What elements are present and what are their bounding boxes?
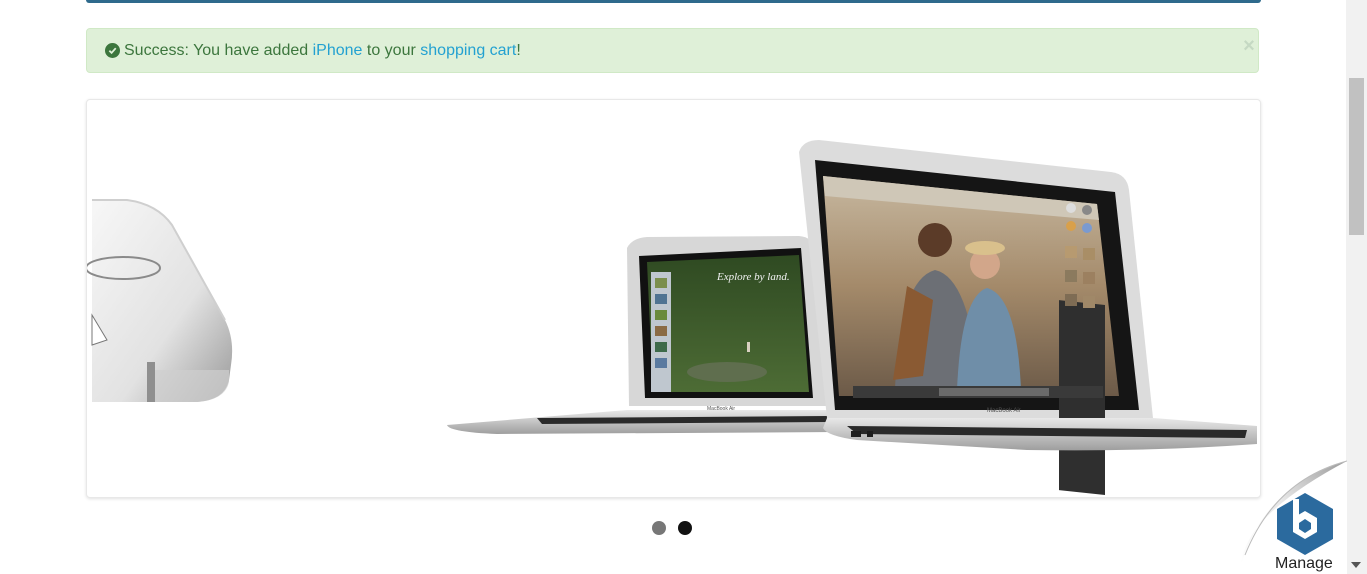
macbook-front-image: MacBook Air [799, 140, 1257, 495]
alert-middle: to your [366, 41, 416, 59]
scroll-down-arrow-icon[interactable] [1351, 562, 1361, 568]
alert-prefix: Success: You have added [124, 41, 309, 59]
scrollbar-thumb[interactable] [1349, 78, 1364, 235]
alert-suffix: ! [516, 41, 521, 59]
explore-text: Explore by land. [716, 271, 790, 283]
page-scrollbar[interactable] [1346, 0, 1367, 574]
close-icon[interactable]: × [1240, 36, 1258, 56]
product-link[interactable]: iPhone [313, 42, 363, 60]
success-alert: Success: You have added iPhone to your s… [86, 28, 1259, 73]
slideshow-pagination [652, 521, 692, 535]
header-bottom-border [86, 0, 1261, 3]
pagination-dot-2[interactable] [678, 521, 692, 535]
pagination-dot-1[interactable] [652, 521, 666, 535]
iphone-image [87, 199, 233, 402]
macbook-label-front: MacBook Air [987, 408, 1021, 414]
slide-image: Explore by land. MacBook Air MacBook Air [87, 140, 1257, 495]
check-circle-icon [105, 43, 120, 58]
manage-label[interactable]: Manage [1275, 555, 1333, 573]
slideshow[interactable]: Explore by land. MacBook Air MacBook Air [86, 99, 1261, 498]
macbook-back-image: Explore by land. MacBook Air [447, 236, 839, 434]
macbook-label-back: MacBook Air [707, 406, 735, 412]
shopping-cart-link[interactable]: shopping cart [420, 42, 516, 60]
